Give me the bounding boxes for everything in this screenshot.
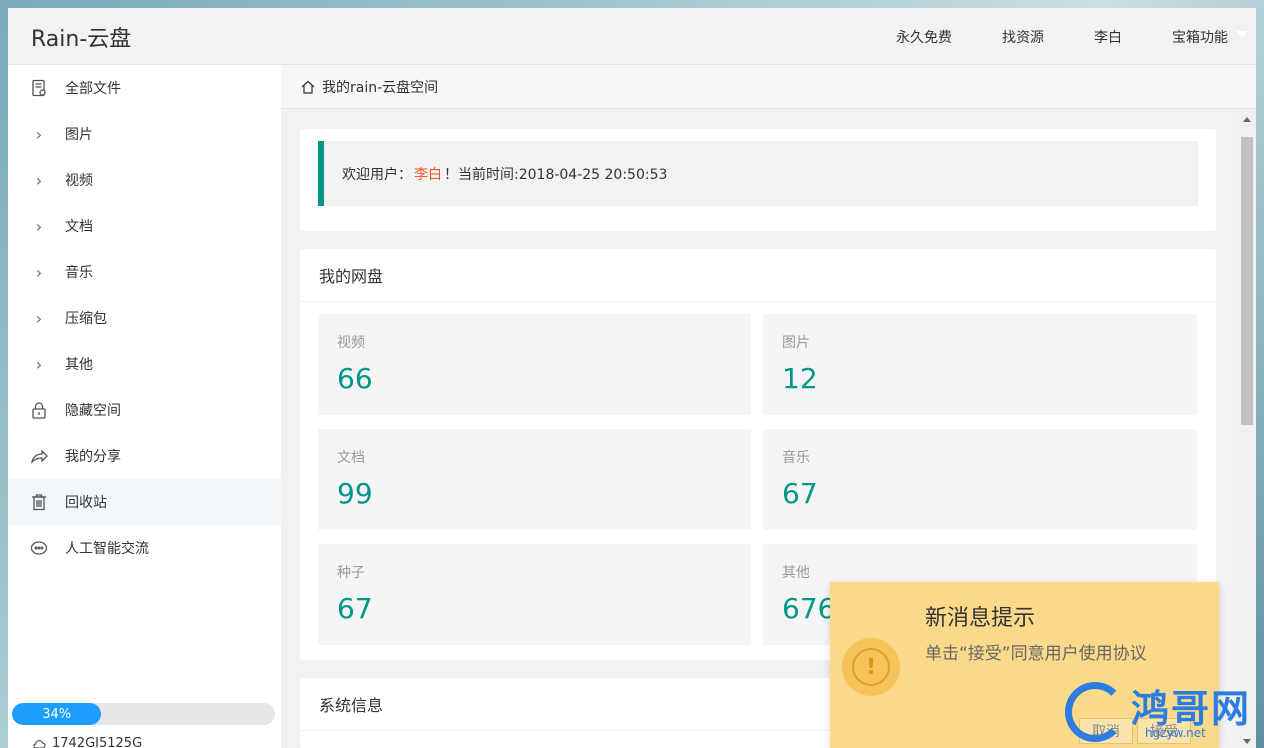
sidebar-item-label: 图片 <box>65 127 93 143</box>
stat-label: 文档 <box>337 450 365 466</box>
watermark-text: 鸿哥网 <box>1131 687 1252 731</box>
app-logo[interactable]: Rain-云盘 <box>31 21 131 53</box>
watermark-url: hgzyw.net <box>1145 726 1206 740</box>
chat-icon <box>30 539 48 557</box>
lock-icon <box>30 401 48 419</box>
sidebar-item-hidden-space[interactable]: 隐藏空间 <box>8 387 281 433</box>
cloud-icon <box>33 739 46 748</box>
g-logo-icon <box>1065 682 1125 742</box>
sidebar-item-label: 文档 <box>65 219 93 235</box>
stat-documents[interactable]: 文档 99 <box>318 429 751 530</box>
welcome-prefix: 欢迎用户： <box>342 166 412 183</box>
welcome-card: 欢迎用户： 李白 ！当前时间:2018-04-25 20:50:53 <box>300 129 1216 231</box>
toast-title: 新消息提示 <box>925 606 1036 631</box>
sidebar-item-label: 视频 <box>65 173 93 189</box>
sidebar-item-archives[interactable]: › 压缩包 <box>8 295 281 341</box>
sidebar-item-music[interactable]: › 音乐 <box>8 249 281 295</box>
sidebar-item-images[interactable]: › 图片 <box>8 111 281 157</box>
stat-label: 种子 <box>337 565 365 581</box>
storage-usage-fill: 34% <box>12 703 102 725</box>
sidebar-item-recycle-bin[interactable]: 回收站 <box>8 479 281 525</box>
chevron-right-icon: › <box>35 354 43 374</box>
chevron-right-icon: › <box>35 308 43 328</box>
stat-label: 其他 <box>782 565 810 581</box>
watermark-logo: 鸿哥网 hgzyw.net <box>1063 676 1263 748</box>
nav-item-treasure-box-label: 宝箱功能 <box>1172 29 1228 46</box>
stat-value: 12 <box>782 362 818 395</box>
sidebar-item-documents[interactable]: › 文档 <box>8 203 281 249</box>
home-icon[interactable] <box>300 79 316 95</box>
breadcrumb-text[interactable]: 我的rain-云盘空间 <box>322 77 438 97</box>
scroll-thumb[interactable] <box>1241 137 1253 425</box>
storage-usage-bar: 34% <box>12 703 275 725</box>
nav-item-find-resources[interactable]: 找资源 <box>1002 27 1044 47</box>
sidebar-item-other[interactable]: › 其他 <box>8 341 281 387</box>
sidebar-item-label: 其他 <box>65 357 93 373</box>
welcome-username: 李白 <box>414 166 442 183</box>
share-icon <box>30 447 48 465</box>
chevron-right-icon: › <box>35 216 43 236</box>
nav-item-user[interactable]: 李白 <box>1094 27 1122 47</box>
my-disk-title: 我的网盘 <box>300 249 1216 302</box>
stat-value: 67 <box>337 592 373 625</box>
warning-icon: ! <box>842 638 900 696</box>
storage-text: 1742GI5125G <box>52 736 143 748</box>
sidebar-item-label: 压缩包 <box>65 311 107 327</box>
sidebar-item-label: 人工智能交流 <box>65 541 149 557</box>
top-header: Rain-云盘 永久免费 找资源 李白 宝箱功能 <box>8 8 1256 65</box>
sidebar-item-ai-chat[interactable]: 人工智能交流 <box>8 525 281 571</box>
sidebar-item-my-shares[interactable]: 我的分享 <box>8 433 281 479</box>
chevron-right-icon: › <box>35 170 43 190</box>
stat-videos[interactable]: 视频 66 <box>318 314 751 415</box>
stat-value: 99 <box>337 477 373 510</box>
stat-label: 图片 <box>782 335 810 351</box>
stat-images[interactable]: 图片 12 <box>763 314 1197 415</box>
chevron-down-icon <box>1236 30 1248 37</box>
sidebar-item-videos[interactable]: › 视频 <box>8 157 281 203</box>
sidebar-item-label: 回收站 <box>65 495 107 511</box>
welcome-time: ！当前时间:2018-04-25 20:50:53 <box>444 166 668 183</box>
main-scrollbar[interactable] <box>1238 109 1256 748</box>
chevron-right-icon: › <box>35 262 43 282</box>
file-icon <box>30 79 48 97</box>
toast-message: 单击“接受”同意用户使用协议 <box>925 644 1147 664</box>
trash-icon <box>30 493 48 511</box>
stat-value: 67 <box>782 477 818 510</box>
scroll-up-icon[interactable] <box>1243 117 1251 122</box>
stat-label: 音乐 <box>782 450 810 466</box>
breadcrumb: 我的rain-云盘空间 <box>281 65 1256 109</box>
sidebar-item-label: 我的分享 <box>65 449 121 465</box>
sidebar-item-all-files[interactable]: 全部文件 <box>8 65 281 111</box>
welcome-message: 欢迎用户： 李白 ！当前时间:2018-04-25 20:50:53 <box>318 141 1198 206</box>
exclamation-icon: ! <box>852 648 890 686</box>
sidebar-item-label: 音乐 <box>65 265 93 281</box>
stat-music[interactable]: 音乐 67 <box>763 429 1197 530</box>
top-nav: 永久免费 找资源 李白 宝箱功能 <box>846 8 1248 65</box>
chevron-right-icon: › <box>35 124 43 144</box>
stat-value: 66 <box>337 362 373 395</box>
nav-item-free[interactable]: 永久免费 <box>896 27 952 47</box>
sidebar-item-label: 隐藏空间 <box>65 403 121 419</box>
stat-torrents[interactable]: 种子 67 <box>318 544 751 645</box>
storage-usage-label: 34% <box>42 706 72 722</box>
sidebar-item-label: 全部文件 <box>65 81 121 97</box>
nav-item-treasure-box[interactable]: 宝箱功能 <box>1172 27 1248 47</box>
stat-label: 视频 <box>337 335 365 351</box>
sidebar: 全部文件 › 图片 › 视频 › 文档 › 音乐 › 压缩包 › 其他 隐藏空间… <box>8 65 281 748</box>
storage-info: 1742GI5125G <box>32 736 142 748</box>
